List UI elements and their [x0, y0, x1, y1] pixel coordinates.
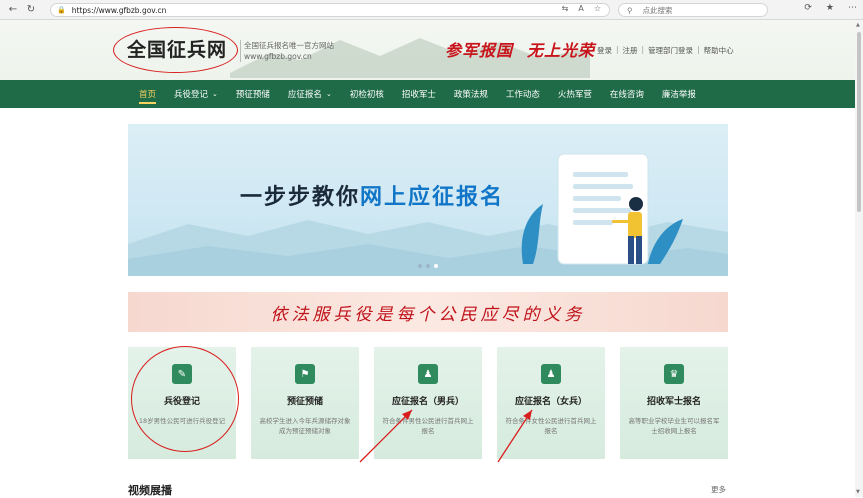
- slogan-right: 无上光荣: [527, 41, 596, 60]
- carousel-dot-active[interactable]: [434, 264, 438, 268]
- card-title: 招收军士报名: [646, 397, 701, 407]
- annotation-circle-logo: [113, 27, 238, 73]
- carousel-dots: [418, 264, 438, 268]
- back-icon[interactable]: ←: [6, 3, 20, 17]
- refresh-icon[interactable]: ↻: [24, 3, 38, 17]
- carousel-dot[interactable]: [418, 264, 422, 268]
- nav-initial-check[interactable]: 初检初核: [341, 80, 393, 108]
- nav-label: 火热军营: [557, 90, 592, 100]
- nav-enlistment-application[interactable]: 应征报名 ⌄: [279, 80, 341, 108]
- nav-label: 工作动态: [505, 90, 540, 100]
- card-pre-recruitment[interactable]: ⚑ 预征预储 高校学生进入今年兵源储存对象成为预征预储对象: [251, 347, 359, 459]
- slogan: 参军报国 无上光荣: [445, 37, 609, 61]
- female-icon: ♟: [541, 364, 561, 384]
- nav-label: 在线咨询: [609, 90, 644, 100]
- scroll-up-icon[interactable]: ▲: [856, 22, 860, 28]
- nav-label: 廉洁举报: [661, 90, 696, 100]
- slogan-left: 参军报国: [445, 41, 514, 60]
- logo-subtitle-line2: www.gfbzb.gov.cn: [244, 52, 312, 61]
- card-desc: 符合条件女性公民进行首兵网上报名: [505, 417, 597, 435]
- banner-title: 一步步教你网上应征报名: [240, 179, 504, 211]
- nav-label: 首页: [139, 90, 157, 100]
- nav-label: 预征预储: [235, 90, 270, 100]
- nav-label: 应征报名: [287, 90, 322, 100]
- card-title: 预征预储: [286, 397, 323, 407]
- video-section-title: 视频展播: [128, 484, 172, 497]
- separator: |: [641, 45, 645, 54]
- register-link[interactable]: 注册: [623, 45, 638, 56]
- translate-icon[interactable]: ⇆: [562, 4, 569, 13]
- nav-label: 政策法规: [453, 90, 488, 100]
- browser-search-input[interactable]: ⚲ 点此搜索: [618, 3, 768, 17]
- separator: |: [697, 45, 700, 54]
- annotation-circle-registration: [131, 346, 239, 452]
- nav-online-consult[interactable]: 在线咨询: [601, 80, 653, 108]
- extensions-icon[interactable]: ⟳: [804, 3, 812, 13]
- card-desc: 高等职业学校毕业生可以报名军士招收网上报名: [628, 417, 720, 435]
- page-scrollbar[interactable]: ▲ ▼: [855, 20, 863, 497]
- scroll-thumb[interactable]: [857, 32, 861, 212]
- lock-icon: 🔒: [57, 6, 66, 14]
- cap-icon: ♛: [664, 364, 684, 384]
- flag-icon: ⚑: [295, 364, 315, 384]
- card-nco-application[interactable]: ♛ 招收军士报名 高等职业学校毕业生可以报名军士招收网上报名: [620, 347, 728, 459]
- nav-policies[interactable]: 政策法规: [445, 80, 497, 108]
- logo-subtitle: 全国征兵报名唯一官方网站 www.gfbzb.gov.cn: [240, 40, 334, 62]
- favorite-star-icon[interactable]: ☆: [594, 4, 601, 13]
- help-center-link[interactable]: 帮助中心: [704, 45, 734, 56]
- card-desc: 高校学生进入今年兵源储存对象成为预征预储对象: [259, 417, 351, 435]
- card-title: 应征报名（女兵）: [514, 397, 587, 407]
- banner-title-highlight: 网上应征报名: [360, 185, 505, 210]
- menu-icon[interactable]: ⋯: [848, 3, 857, 13]
- read-aloud-icon[interactable]: A: [578, 4, 583, 13]
- admin-login-link[interactable]: 管理部门登录: [648, 45, 693, 56]
- search-icon: ⚲: [627, 5, 633, 15]
- scroll-down-icon[interactable]: ▼: [856, 489, 860, 495]
- favorites-icon[interactable]: ★: [826, 3, 834, 13]
- chevron-down-icon: ⌄: [325, 90, 332, 98]
- card-enlistment-female[interactable]: ♟ 应征报名（女兵） 符合条件女性公民进行首兵网上报名: [497, 347, 605, 459]
- login-link[interactable]: 登录: [597, 45, 612, 56]
- card-title: 应征报名（男兵）: [391, 397, 464, 407]
- address-bar[interactable]: 🔒 https://www.gfbzb.gov.cn ⇆ A ☆: [50, 3, 610, 17]
- motto-text: 依法服兵役是每个公民应尽的义务: [270, 304, 586, 325]
- nav-label: 初检初核: [349, 90, 384, 100]
- nav-label: 招收军士: [401, 90, 436, 100]
- chevron-down-icon: ⌄: [212, 90, 218, 98]
- nav-military-registration[interactable]: 兵役登记 ⌄: [165, 80, 227, 108]
- nav-integrity-report[interactable]: 廉洁举报: [653, 80, 705, 108]
- separator: |: [616, 45, 619, 54]
- more-link[interactable]: 更多: [711, 484, 726, 495]
- logo-subtitle-line1: 全国征兵报名唯一官方网站: [244, 41, 334, 50]
- main-nav: 首页 兵役登记 ⌄ 预征预储 应征报名 ⌄ 初检初核 招收军士 政策法规 工作动态 …: [0, 80, 855, 108]
- top-links: 登录 | 注册 | 管理部门登录 | 帮助中心: [597, 45, 734, 56]
- hero-banner[interactable]: 一步步教你网上应征报名: [128, 124, 728, 276]
- nav-label: 兵役登记: [174, 90, 209, 100]
- carousel-dot[interactable]: [426, 264, 430, 268]
- url-text: https://www.gfbzb.gov.cn: [71, 5, 167, 15]
- site-header: 全国征兵网 全国征兵报名唯一官方网站 www.gfbzb.gov.cn 参军报国…: [0, 20, 855, 80]
- card-enlistment-male[interactable]: ♟ 应征报名（男兵） 符合条件男性公民进行首兵网上报名: [374, 347, 482, 459]
- search-placeholder: 点此搜索: [642, 5, 673, 15]
- banner-title-prefix: 一步步教你: [240, 185, 361, 210]
- card-desc: 符合条件男性公民进行首兵网上报名: [382, 417, 474, 435]
- nav-nco-recruitment[interactable]: 招收军士: [393, 80, 445, 108]
- male-icon: ♟: [418, 364, 438, 384]
- nav-pre-recruitment[interactable]: 预征预储: [227, 80, 279, 108]
- nav-work-news[interactable]: 工作动态: [497, 80, 549, 108]
- motto-banner: 依法服兵役是每个公民应尽的义务: [128, 292, 728, 332]
- nav-home[interactable]: 首页: [130, 80, 165, 108]
- nav-barracks[interactable]: 火热军营: [549, 80, 601, 108]
- browser-toolbar: ← ↻ 🔒 https://www.gfbzb.gov.cn ⇆ A ☆ ⚲ 点…: [0, 0, 863, 20]
